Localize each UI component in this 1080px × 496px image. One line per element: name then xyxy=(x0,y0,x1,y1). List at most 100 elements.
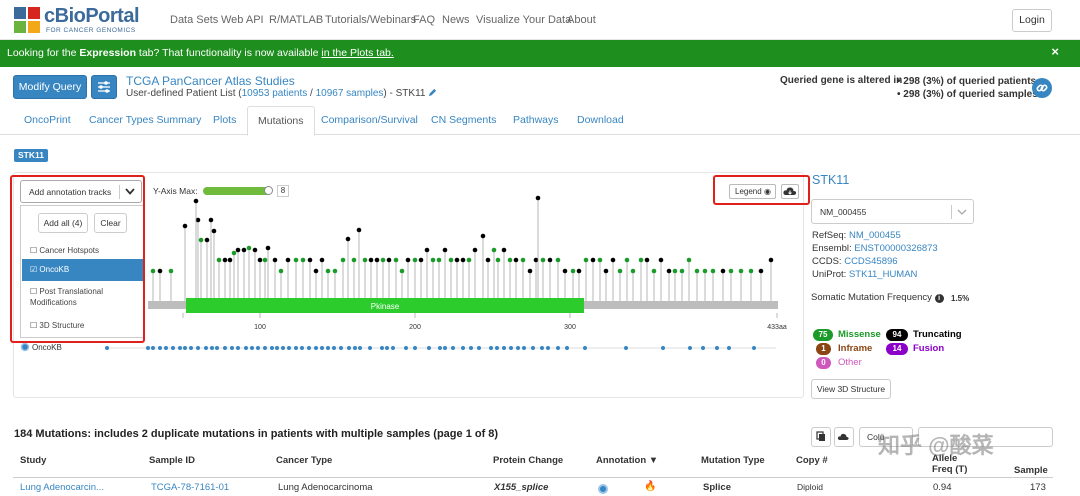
col-mutation-type[interactable]: Mutation Type xyxy=(701,455,765,466)
col-cancer-type[interactable]: Cancer Type xyxy=(276,455,332,466)
tab-comparison-survival[interactable]: Comparison/Survival xyxy=(321,114,418,126)
nav-r-matlab[interactable]: R/MATLAB xyxy=(269,14,323,26)
sliders-icon[interactable] xyxy=(91,75,117,99)
lollipop-head xyxy=(374,257,380,263)
lollipop-head xyxy=(362,257,368,263)
gene-badge[interactable]: STK11 xyxy=(14,149,48,162)
oncokb-dot xyxy=(624,346,628,350)
samples-link[interactable]: 10967 samples xyxy=(316,88,384,99)
pkinase-label: Pkinase xyxy=(371,302,400,311)
uniprot-link[interactable]: STK11_HUMAN xyxy=(849,269,917,280)
missense-label[interactable]: Missense xyxy=(838,329,881,340)
lollipop-head xyxy=(252,247,258,253)
banner-plots-link[interactable]: in the Plots tab. xyxy=(321,47,393,59)
info-icon[interactable]: i xyxy=(934,294,944,303)
col-copy-number[interactable]: Copy # xyxy=(796,455,828,466)
lollipop-head xyxy=(368,257,374,263)
copy-icon[interactable] xyxy=(811,427,831,447)
tab-cancer-types-summary[interactable]: Cancer Types Summary xyxy=(89,114,201,126)
tab-oncoprint[interactable]: OncoPrint xyxy=(24,114,71,126)
oncokb-dot xyxy=(294,346,298,350)
missense-count-badge[interactable]: 75 xyxy=(813,329,833,341)
download-cloud-icon[interactable] xyxy=(834,427,854,447)
patients-link[interactable]: 10953 patients xyxy=(242,88,308,99)
fusion-count-badge[interactable]: 14 xyxy=(886,343,908,355)
oncokb-dot xyxy=(540,346,544,350)
oncokb-dot xyxy=(210,346,214,350)
lollipop-head xyxy=(597,257,603,263)
nav-data-sets[interactable]: Data Sets xyxy=(170,14,218,26)
tab-download[interactable]: Download xyxy=(577,114,624,126)
cell-study[interactable]: Lung Adenocarcin... xyxy=(20,482,104,493)
other-count-badge[interactable]: 0 xyxy=(816,357,831,369)
tab-pathways[interactable]: Pathways xyxy=(513,114,559,126)
oncokb-dot xyxy=(358,346,362,350)
hotspot-flame-icon[interactable]: 🔥 xyxy=(644,481,656,492)
col-samples[interactable]: Sample xyxy=(1014,465,1048,476)
lollipop-head xyxy=(758,268,764,274)
nav-faq[interactable]: FAQ xyxy=(413,14,435,26)
gene-title[interactable]: STK11 xyxy=(812,173,849,187)
col-annotation[interactable]: Annotation ▼ xyxy=(596,455,658,466)
cell-protein-change[interactable]: X155_splice xyxy=(494,482,548,493)
nav-web-api[interactable]: Web API xyxy=(221,14,264,26)
slider-knob[interactable] xyxy=(264,186,273,195)
nav-about[interactable]: About xyxy=(567,14,596,26)
oncokb-dot xyxy=(287,346,291,350)
login-button[interactable]: Login xyxy=(1012,9,1052,32)
oncokb-dot xyxy=(404,346,408,350)
inframe-label[interactable]: Inframe xyxy=(838,343,872,354)
nav-visualize[interactable]: Visualize Your Data xyxy=(476,14,571,26)
refseq-link[interactable]: NM_000455 xyxy=(849,230,901,241)
cbioportal-logo-icon[interactable] xyxy=(14,7,40,33)
col-sample-id[interactable]: Sample ID xyxy=(149,455,195,466)
oncokb-dot xyxy=(522,346,526,350)
top-navbar: cBioPortal FOR CANCER GENOMICS Data Sets… xyxy=(0,0,1080,40)
truncating-label[interactable]: Truncating xyxy=(913,329,962,340)
oncokb-dot xyxy=(661,346,665,350)
oncokb-dot xyxy=(215,346,219,350)
cell-sample-id[interactable]: TCGA-78-7161-01 xyxy=(151,482,229,493)
lollipop-head xyxy=(405,257,411,263)
lollipop-head xyxy=(278,268,284,274)
y-axis-max-slider[interactable] xyxy=(203,187,271,195)
modify-query-button[interactable]: Modify Query xyxy=(13,75,87,99)
oncokb-icon[interactable] xyxy=(598,484,608,494)
col-protein-change[interactable]: Protein Change xyxy=(493,455,563,466)
lollipop-head xyxy=(211,228,217,234)
lollipop-head xyxy=(340,257,346,263)
lollipop-head xyxy=(285,257,291,263)
lollipop-head xyxy=(386,257,392,263)
link-icon[interactable] xyxy=(1032,78,1052,98)
pencil-icon[interactable] xyxy=(428,88,437,97)
lollipop-head xyxy=(265,245,271,251)
axis-tick-label: 200 xyxy=(409,324,421,331)
nav-news[interactable]: News xyxy=(442,14,470,26)
tab-plots[interactable]: Plots xyxy=(213,114,236,126)
nav-tutorials[interactable]: Tutorials/Webinars xyxy=(325,14,416,26)
lollipop-head xyxy=(319,257,325,263)
fusion-label[interactable]: Fusion xyxy=(913,343,944,354)
ccds-link[interactable]: CCDS45896 xyxy=(844,256,897,267)
lollipop-head xyxy=(448,257,454,263)
banner-close-icon[interactable]: × xyxy=(1051,44,1059,59)
cell-mutation-type: Splice xyxy=(703,482,731,493)
truncating-count-badge[interactable]: 94 xyxy=(886,329,908,341)
lollipop-head xyxy=(412,257,418,263)
ensembl-link[interactable]: ENST00000326873 xyxy=(854,243,937,254)
oncokb-dot xyxy=(171,346,175,350)
tab-cn-segments[interactable]: CN Segments xyxy=(431,114,496,126)
info-banner: Looking for the Expression tab? That fun… xyxy=(0,40,1080,67)
y-axis-max-input[interactable]: 8 xyxy=(277,185,289,197)
study-title[interactable]: TCGA PanCancer Atlas Studies xyxy=(126,74,295,88)
oncokb-dot xyxy=(495,346,499,350)
oncokb-dot xyxy=(250,346,254,350)
oncokb-dot xyxy=(347,346,351,350)
view-3d-structure-button[interactable]: View 3D Structure xyxy=(811,379,891,399)
inframe-count-badge[interactable]: 1 xyxy=(816,343,831,355)
logo-text[interactable]: cBioPortal xyxy=(44,5,140,28)
transcript-select[interactable]: NM_000455 xyxy=(811,199,974,224)
col-study[interactable]: Study xyxy=(20,455,46,466)
tab-mutations[interactable]: Mutations xyxy=(247,106,315,136)
other-label[interactable]: Other xyxy=(838,357,862,368)
